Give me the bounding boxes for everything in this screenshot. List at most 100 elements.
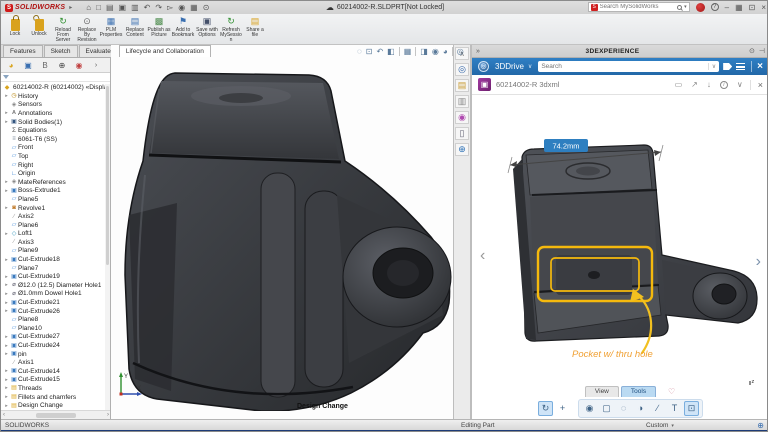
- expand-arrow-icon[interactable]: [3, 291, 10, 297]
- configurations-icon[interactable]: B: [37, 59, 53, 72]
- expand-arrow-icon[interactable]: [3, 403, 10, 409]
- expand-arrow-icon[interactable]: [3, 377, 10, 383]
- expand-arrow-icon[interactable]: [3, 179, 10, 185]
- command-tab[interactable]: Features: [3, 45, 43, 57]
- search-scope-dropdown-icon[interactable]: ∨: [707, 63, 716, 70]
- ribbon-button[interactable]: ↻ Reload From Server: [51, 15, 75, 44]
- tree-item[interactable]: ▱ Plane6: [3, 221, 110, 230]
- section-icon[interactable]: ◑: [633, 401, 648, 416]
- expand-arrow-icon[interactable]: [3, 257, 10, 263]
- minimize-icon[interactable]: –: [725, 3, 729, 12]
- command-tab[interactable]: Lifecycle and Collaboration: [118, 45, 211, 57]
- tree-item[interactable]: ▱ Top: [3, 152, 110, 161]
- drive-search[interactable]: ∨: [538, 61, 720, 72]
- tree-item[interactable]: ▤ Fillets and chamfers: [3, 393, 110, 402]
- undo-icon[interactable]: ↶: [144, 3, 151, 13]
- pin-panel-icon[interactable]: ⊣: [759, 47, 765, 55]
- comment-icon[interactable]: ▭: [675, 80, 683, 89]
- drive-search-input[interactable]: [541, 63, 705, 70]
- tree-item[interactable]: ∟ Origin: [3, 169, 110, 178]
- tree-item[interactable]: ▣ pin: [3, 350, 110, 359]
- tree-item[interactable]: ▣ Cut-Extrude15: [3, 376, 110, 385]
- zoom-area-icon[interactable]: ⊡: [366, 46, 373, 58]
- file-explorer-icon[interactable]: ▥: [455, 95, 469, 108]
- expand-arrow-icon[interactable]: [3, 119, 10, 125]
- tree-item[interactable]: ▱ Plane8: [3, 315, 110, 324]
- close-panel-icon[interactable]: ×: [751, 61, 763, 72]
- ribbon-button[interactable]: ▦ PLM Properties: [99, 15, 123, 44]
- more-icon[interactable]: ›: [88, 59, 104, 72]
- select-box-icon[interactable]: ▢: [599, 401, 614, 416]
- ribbon-button[interactable]: ▤ Share a file: [243, 15, 267, 44]
- options-icon[interactable]: ⊙: [203, 3, 210, 13]
- info-icon[interactable]: i: [719, 80, 728, 89]
- print-icon[interactable]: ▥: [131, 3, 139, 13]
- display-style-icon[interactable]: ◨: [420, 46, 428, 58]
- expand-arrow-icon[interactable]: [3, 394, 10, 400]
- expand-arrow-icon[interactable]: [3, 205, 10, 211]
- display-manager-icon[interactable]: ◉: [71, 59, 87, 72]
- expand-arrow-icon[interactable]: [3, 368, 10, 374]
- tree-item[interactable]: ◇ Loft1: [3, 230, 110, 239]
- expand-arrow-icon[interactable]: [3, 110, 10, 116]
- hide-show-icon[interactable]: ◉: [582, 401, 597, 416]
- zoom-icon[interactable]: ◌: [616, 401, 631, 416]
- tree-item[interactable]: ▣ Boss-Extrude1: [3, 187, 110, 196]
- tree-root-item[interactable]: ◆ 60214002-R (60214002) «Display St ∧: [3, 83, 110, 92]
- 3ddrive-viewer[interactable]: 74.2mm Pocket w/ thru hole ‹ › z y: [472, 95, 767, 385]
- scroll-right-icon[interactable]: ›: [107, 412, 109, 418]
- previous-view-arrow[interactable]: ‹: [480, 247, 485, 265]
- tree-vertical-scrollbar[interactable]: [105, 84, 110, 410]
- tree-item[interactable]: ▣ Cut-Extrude21: [3, 298, 110, 307]
- tree-item[interactable]: ▣ Cut-Extrude18: [3, 255, 110, 264]
- orbit-icon[interactable]: ↻: [538, 400, 553, 416]
- logo-expand-icon[interactable]: ▸: [69, 4, 72, 11]
- custom-properties-icon[interactable]: ▯: [455, 127, 469, 140]
- ribbon-button[interactable]: ▣ Save with Options: [195, 15, 219, 44]
- expand-arrow-icon[interactable]: [3, 188, 10, 194]
- mysolidworks-search-input[interactable]: [599, 4, 676, 10]
- tree-item[interactable]: Σ Equations: [3, 126, 110, 135]
- section-view-icon[interactable]: ◧: [387, 46, 395, 58]
- ribbon-button[interactable]: Lock: [3, 15, 27, 44]
- command-tab[interactable]: Sketch: [43, 45, 78, 57]
- sep-icon[interactable]: [451, 47, 453, 56]
- tree-item[interactable]: ▣ Solid Bodies(1): [3, 118, 110, 127]
- tree-item[interactable]: ▱ Plane9: [3, 247, 110, 256]
- redo-icon[interactable]: ↷: [155, 3, 162, 13]
- tree-item[interactable]: ⌀ Ø1.0mm Dowel Hole1: [3, 290, 110, 299]
- scroll-thumb[interactable]: [36, 412, 76, 418]
- ribbon-button[interactable]: ⚑ Add to Bookmark: [171, 15, 195, 44]
- tree-item[interactable]: ▱ Front: [3, 144, 110, 153]
- viewer-tab[interactable]: Tools: [620, 386, 657, 397]
- expand-icon[interactable]: ∨: [737, 80, 743, 89]
- options-gear-icon[interactable]: ⊙: [749, 47, 755, 55]
- next-view-arrow[interactable]: ›: [756, 253, 761, 271]
- tree-horizontal-scrollbar[interactable]: ‹ ›: [1, 410, 110, 419]
- mode-2d-icon[interactable]: ⊡: [684, 400, 699, 416]
- home-icon[interactable]: ⌂: [86, 3, 91, 13]
- text-icon[interactable]: T: [667, 401, 682, 416]
- open-icon[interactable]: ▤: [106, 3, 114, 13]
- expand-arrow-icon[interactable]: [3, 334, 10, 340]
- restore-icon[interactable]: ⊡: [749, 3, 756, 12]
- tree-item[interactable]: ▣ Cut-Extrude19: [3, 272, 110, 281]
- resources-icon[interactable]: ⊕: [455, 143, 469, 156]
- tree-item[interactable]: ≡ 6061-T6 (SS): [3, 135, 110, 144]
- compass-icon[interactable]: ◎: [478, 61, 489, 72]
- close-file-icon[interactable]: ×: [749, 79, 763, 90]
- tree-item[interactable]: ▣ Cut-Extrude27: [3, 333, 110, 342]
- app-logo[interactable]: S SOLIDWORKS ▸: [1, 3, 72, 12]
- edit-appearance-icon[interactable]: ◕: [443, 46, 448, 58]
- search-dropdown-icon[interactable]: ▾: [684, 4, 687, 10]
- viewer-tab[interactable]: View: [584, 386, 619, 397]
- download-icon[interactable]: ↓: [707, 80, 711, 89]
- graphics-area[interactable]: Design Change Y X: [111, 45, 453, 419]
- tree-item[interactable]: ∕ Axis3: [3, 238, 110, 247]
- expand-arrow-icon[interactable]: [3, 351, 10, 357]
- help-icon[interactable]: ?: [710, 3, 719, 11]
- search-icon[interactable]: [677, 4, 683, 10]
- units-selector[interactable]: Custom ▾: [646, 422, 674, 429]
- tree-item[interactable]: ∕ Axis2: [3, 212, 110, 221]
- app-name[interactable]: 3DDrive: [495, 62, 524, 71]
